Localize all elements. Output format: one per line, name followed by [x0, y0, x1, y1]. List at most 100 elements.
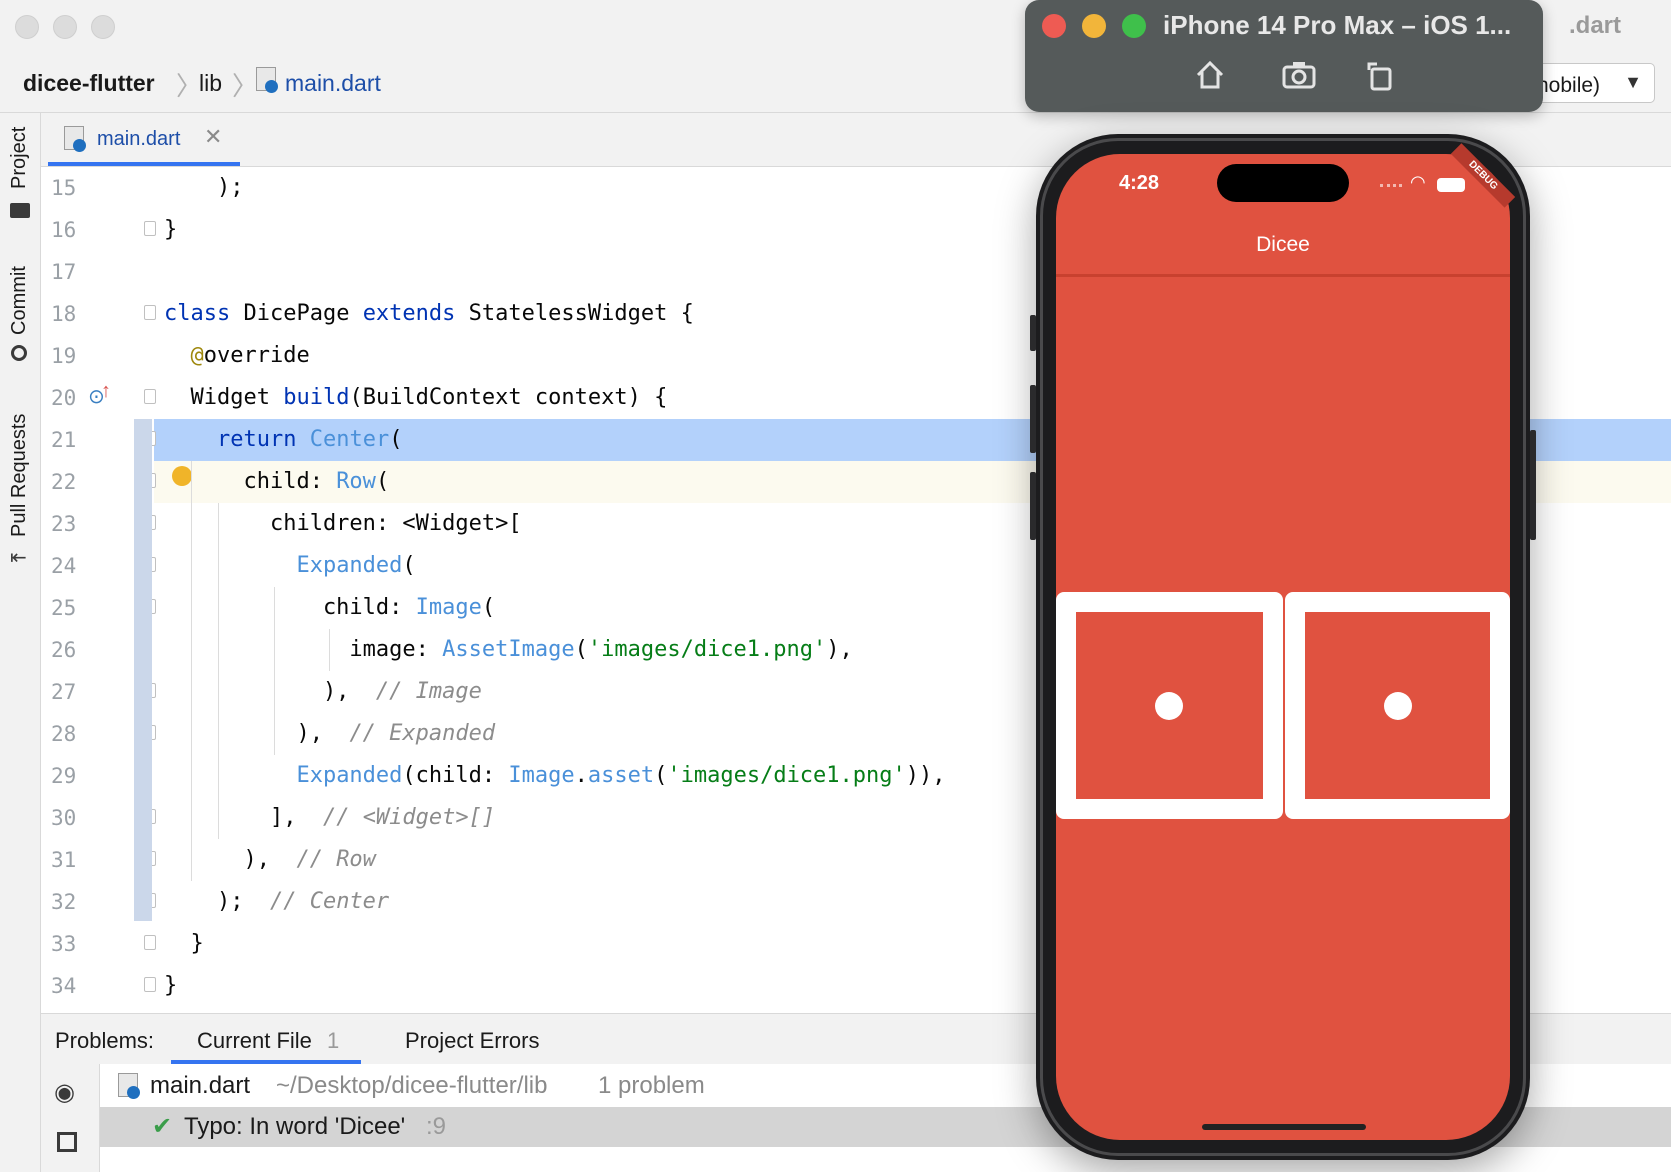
pull-requests-tool-tab[interactable]: Pull Requests — [8, 414, 31, 537]
tab-current-file[interactable]: Current File 1 — [171, 1014, 361, 1064]
eye-icon[interactable]: ◉ — [54, 1078, 75, 1107]
indent-guide — [218, 503, 219, 839]
fold-marker-icon[interactable] — [144, 305, 156, 320]
fold-marker-icon[interactable] — [144, 221, 156, 236]
problems-toolbar: ◉ — [41, 1064, 100, 1172]
dice-image-left — [1056, 592, 1283, 819]
line-number: 28 — [51, 722, 77, 746]
dice-face — [1076, 612, 1263, 799]
problems-title: Problems: — [55, 1028, 155, 1053]
vcs-change-marker[interactable] — [134, 419, 152, 921]
minimize-window-button[interactable] — [1082, 14, 1106, 38]
rotate-icon[interactable] — [1363, 58, 1399, 94]
line-number: 16 — [51, 218, 77, 242]
line-number: 19 — [51, 344, 77, 368]
fold-marker-icon[interactable] — [144, 389, 156, 404]
tab-count: 1 — [327, 1028, 340, 1053]
home-icon[interactable] — [1193, 58, 1229, 94]
device-selector-value: nobile) — [1537, 74, 1601, 97]
tab-label: Current File — [197, 1028, 312, 1053]
breadcrumb-separator: 〉 — [232, 71, 259, 101]
line-number: 27 — [51, 680, 77, 704]
volume-down-button — [1030, 472, 1036, 540]
pull-request-icon: ⇤ — [10, 547, 27, 569]
tab-main-dart[interactable]: main.dart ✕ — [48, 113, 240, 166]
chevron-down-icon: ▼ — [1624, 72, 1642, 92]
power-button — [1530, 430, 1536, 540]
tab-project-errors[interactable]: Project Errors — [405, 1028, 539, 1054]
problem-count: 1 problem — [598, 1072, 705, 1099]
project-tool-tab[interactable]: Project — [8, 127, 31, 189]
breadcrumb-file[interactable]: main.dart — [285, 70, 381, 97]
close-window-button[interactable] — [15, 15, 39, 39]
close-icon[interactable]: ✕ — [204, 124, 222, 150]
battery-icon — [1437, 178, 1465, 192]
dart-file-icon — [118, 1073, 140, 1099]
dice-image-right — [1285, 592, 1510, 819]
line-code: } — [164, 973, 178, 998]
line-number: 29 — [51, 764, 77, 788]
line-code: ); — [164, 175, 244, 200]
dynamic-island — [1217, 164, 1349, 202]
line-code: ); // Center — [164, 889, 390, 914]
signal-icon — [1380, 184, 1402, 190]
line-code: ), // Row — [164, 847, 376, 872]
line-number: 15 — [51, 176, 77, 200]
line-code: ], // <Widget>[] — [164, 805, 496, 830]
dice-face — [1305, 612, 1490, 799]
line-number: 22 — [51, 470, 77, 494]
breadcrumb-folder[interactable]: lib — [199, 70, 222, 97]
commit-icon — [11, 345, 27, 361]
indent-guide — [191, 461, 192, 881]
folder-icon — [10, 203, 30, 218]
simulator-title: iPhone 14 Pro Max – iOS 1... — [1163, 10, 1512, 40]
tool-window-strip: Project Commit Pull Requests ⇤ — [0, 113, 41, 1172]
line-code: child: Image( — [164, 595, 496, 620]
checkmark-icon: ✔ — [152, 1113, 173, 1140]
problem-location: :9 — [426, 1113, 447, 1140]
problem-text: Typo: In word 'Dicee' — [184, 1113, 406, 1140]
zoom-window-button[interactable] — [1122, 14, 1146, 38]
zoom-window-button[interactable] — [91, 15, 115, 39]
app-bar-title: Dicee — [1256, 233, 1310, 256]
close-window-button[interactable] — [1042, 14, 1066, 38]
window-title-fragment: .dart — [1568, 12, 1621, 39]
screenshot-icon[interactable] — [1281, 58, 1317, 94]
line-code: } — [164, 217, 178, 242]
line-number: 17 — [51, 260, 77, 284]
fold-marker-icon[interactable] — [144, 935, 156, 950]
line-number: 33 — [51, 932, 77, 956]
line-code: } — [164, 931, 204, 956]
phone-screen[interactable] — [1056, 154, 1510, 1140]
line-number: 23 — [51, 512, 77, 536]
line-code: Expanded(child: Image.asset('images/dice… — [296, 763, 946, 788]
dice-pip — [1384, 692, 1412, 720]
home-indicator[interactable] — [1202, 1124, 1366, 1130]
dart-file-icon — [256, 67, 278, 93]
active-tab-indicator — [48, 162, 240, 166]
line-number: 20 — [51, 386, 77, 410]
problem-file-name: main.dart — [150, 1072, 251, 1099]
line-number: 21 — [51, 428, 77, 452]
wifi-icon: ◠ — [1410, 172, 1426, 192]
dart-file-icon — [64, 126, 86, 152]
line-code: ), // Image — [164, 679, 482, 704]
line-number: 18 — [51, 302, 77, 326]
minimize-window-button[interactable] — [53, 15, 77, 39]
device-selector[interactable]: nobile) ▼ — [1530, 63, 1655, 103]
breadcrumb-project[interactable]: dicee-flutter — [23, 70, 155, 97]
line-code: @override — [190, 343, 310, 368]
line-code: return Center( — [216, 427, 403, 452]
app-bar-divider — [1056, 274, 1510, 277]
line-code: Widget build(BuildContext context) { — [164, 385, 668, 410]
line-number: 32 — [51, 890, 77, 914]
dice-pip — [1155, 692, 1183, 720]
fold-marker-icon[interactable] — [144, 977, 156, 992]
line-code: image: AssetImage('images/dice1.png'), — [164, 637, 853, 662]
line-code: child: Row( — [164, 469, 390, 494]
line-number: 30 — [51, 806, 77, 830]
commit-tool-tab[interactable]: Commit — [8, 266, 31, 335]
line-number: 26 — [51, 638, 77, 662]
status-bar-time: 4:28 — [1119, 172, 1160, 194]
layout-icon[interactable] — [57, 1132, 77, 1152]
